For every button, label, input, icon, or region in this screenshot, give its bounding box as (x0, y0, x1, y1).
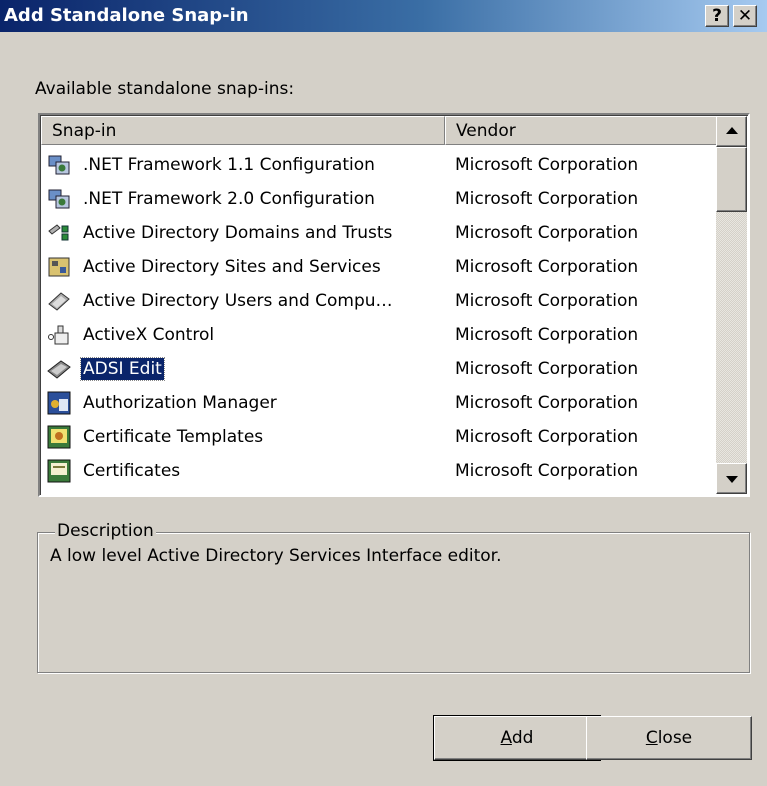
help-button[interactable]: ? (705, 5, 729, 27)
vertical-scrollbar[interactable] (716, 116, 747, 494)
list-item[interactable]: Active Directory Domains and Trusts Micro… (41, 216, 717, 250)
snapin-list[interactable]: Snap-in Vendor .NET Framework 1.1 Config… (38, 113, 750, 497)
list-item[interactable]: Active Directory Users and Compu… Microso… (41, 284, 717, 318)
description-legend: Description (55, 521, 156, 541)
add-button[interactable]: Add (433, 715, 601, 761)
close-mnemonic: C (645, 728, 658, 748)
snapin-vendor: Microsoft Corporation (455, 325, 639, 345)
snapin-name: Active Directory Sites and Services (83, 257, 381, 277)
list-item[interactable]: Authorization Manager Microsoft Corporati… (41, 386, 717, 420)
snapin-vendor: Microsoft Corporation (455, 427, 639, 447)
close-window-button[interactable]: ✕ (733, 5, 757, 27)
add-mnemonic: A (500, 728, 512, 748)
column-header-vendor[interactable]: Vendor (445, 116, 717, 145)
snapin-vendor: Microsoft Corporation (455, 189, 639, 209)
window-title: Add Standalone Snap-in (4, 5, 249, 26)
list-item[interactable]: ActiveX Control Microsoft Corporation (41, 318, 717, 352)
activex-icon (47, 323, 71, 347)
snapin-vendor: Microsoft Corporation (455, 359, 639, 379)
list-item[interactable]: Active Directory Sites and Services Micro… (41, 250, 717, 284)
certificates-icon (47, 459, 71, 483)
snapin-name: Active Directory Users and Compu… (83, 291, 393, 311)
snapin-vendor: Microsoft Corporation (455, 223, 639, 243)
list-item[interactable]: Certificates Microsoft Corporation (41, 454, 717, 488)
authorization-manager-icon (47, 391, 71, 415)
scroll-thumb[interactable] (716, 147, 747, 212)
scroll-up-button[interactable] (716, 116, 747, 147)
users-computers-icon (47, 289, 71, 313)
add-label-rest: dd (511, 728, 534, 748)
description-text: A low level Active Directory Services In… (50, 546, 502, 566)
certificate-templates-icon (47, 425, 71, 449)
domains-trusts-icon (47, 221, 71, 245)
snapin-name: Certificate Templates (83, 427, 264, 447)
snapin-name: .NET Framework 2.0 Configuration (83, 189, 375, 209)
close-label-rest: lose (657, 728, 693, 748)
snapin-name: ADSI Edit (80, 357, 165, 381)
column-header-snapin[interactable]: Snap-in (41, 116, 445, 145)
snapin-name: ActiveX Control (83, 325, 215, 345)
list-item[interactable]: .NET Framework 2.0 Configuration Microsof… (41, 182, 717, 216)
snapin-vendor: Microsoft Corporation (455, 155, 639, 175)
available-snapins-label: Available standalone snap-ins: (35, 79, 295, 99)
snapin-vendor: Microsoft Corporation (455, 461, 639, 481)
snapin-name: .NET Framework 1.1 Configuration (83, 155, 375, 175)
sites-services-icon (47, 255, 71, 279)
snapin-vendor: Microsoft Corporation (455, 257, 639, 277)
snapin-name: Certificates (83, 461, 181, 481)
adsi-edit-icon (47, 357, 71, 381)
list-item[interactable]: .NET Framework 1.1 Configuration Microsof… (41, 148, 717, 182)
list-header: Snap-in Vendor (41, 116, 717, 145)
title-bar[interactable]: Add Standalone Snap-in ? ✕ (0, 0, 767, 32)
close-button[interactable]: Close (586, 716, 752, 760)
snapin-vendor: Microsoft Corporation (455, 393, 639, 413)
arrow-up-icon (726, 127, 738, 134)
list-item[interactable]: ADSI Edit Microsoft Corporation (41, 352, 717, 386)
arrow-down-icon (726, 476, 738, 483)
net-config-icon (47, 187, 71, 211)
scroll-down-button[interactable] (716, 463, 747, 494)
snapin-name: Active Directory Domains and Trusts (83, 223, 393, 243)
net-config-icon (47, 153, 71, 177)
list-item[interactable]: Certificate Templates Microsoft Corporati… (41, 420, 717, 454)
snapin-vendor: Microsoft Corporation (455, 291, 639, 311)
description-group: Description A low level Active Directory… (37, 521, 750, 673)
list-rows: .NET Framework 1.1 Configuration Microsof… (41, 148, 717, 488)
snapin-name: Authorization Manager (83, 393, 277, 413)
close-icon: ✕ (737, 6, 753, 26)
